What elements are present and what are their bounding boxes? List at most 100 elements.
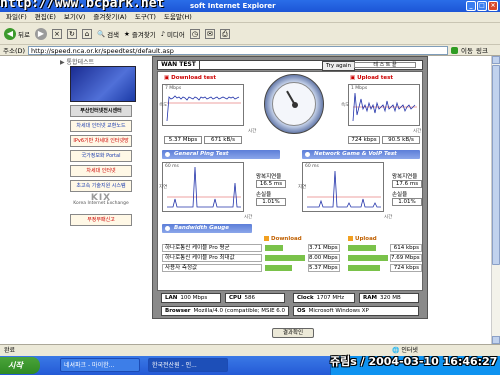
toolbar: ◀ 뒤로 ▶ × ↻ ⌂ 🔍 검색 ★ 즐겨찾기 ♪ 미디어 ◷ ✉ ⎙ xyxy=(0,23,500,45)
voip-axis-y: 지연 xyxy=(298,185,307,190)
minimize-button[interactable]: _ xyxy=(466,1,476,11)
vertical-scrollbar[interactable] xyxy=(491,56,500,344)
task-nca[interactable]: 한국전산원 - 인... xyxy=(148,358,228,372)
sys-cpu: CPU 586 xyxy=(225,293,285,303)
media-button[interactable]: ♪ 미디어 xyxy=(161,29,185,39)
download-speed: 5.37 Mbps xyxy=(164,136,202,144)
address-input[interactable]: http://speed.nca.or.kr/speedtest/default… xyxy=(28,45,449,55)
bw-down-value-user: 5.37 Mbps xyxy=(308,264,340,272)
maximize-button[interactable]: □ xyxy=(477,1,487,11)
upload-title: ▣ Upload test xyxy=(350,75,394,81)
go-icon[interactable] xyxy=(451,46,459,54)
upload-speed: 724 kbps xyxy=(348,136,380,144)
try-again-button[interactable]: Try again xyxy=(322,61,356,71)
bandwidth-row-avg: 하나로통신 케이블 Pro 평균 3.71 Mbps 614 kbps xyxy=(162,244,424,253)
bw-up-value-max: 7.69 Mbps xyxy=(390,254,422,262)
stop-icon[interactable]: × xyxy=(51,28,62,39)
kix-logo[interactable]: KIX Korea Internet Exchange xyxy=(70,194,132,211)
menu-edit[interactable]: 편집(E) xyxy=(35,12,56,22)
voip-section-header: Network Game & VoIP Test xyxy=(302,150,420,159)
test-status: 테 스 트 끝 xyxy=(354,62,416,68)
start-button[interactable]: 시작 xyxy=(0,357,40,374)
menu-favorites[interactable]: 즐겨찾기(A) xyxy=(93,12,126,22)
bw-up-value-user: 724 kbps xyxy=(390,264,422,272)
menu-file[interactable]: 파일(F) xyxy=(6,12,27,22)
watermark-url: http://www.bcpark.net xyxy=(0,0,165,11)
upload-line xyxy=(352,92,417,122)
task-bcpark[interactable]: 네셔파크 - 마이한... xyxy=(60,358,140,372)
window-title: soft Internet Explorer xyxy=(190,2,276,10)
download-legend: Download xyxy=(264,236,302,242)
bw-down-value-avg: 3.71 Mbps xyxy=(308,244,340,252)
download-rate: 671 kB/s xyxy=(204,136,242,144)
bandwidth-table: 하나로통신 케이블 Pro 평균 3.71 Mbps 614 kbps 하나로통… xyxy=(162,244,424,274)
bandwidth-row-user: 사용자 측정값 5.37 Mbps 724 kbps xyxy=(162,264,424,273)
print-icon[interactable]: ⎙ xyxy=(219,28,230,39)
history-icon[interactable]: ◷ xyxy=(189,28,200,39)
sys-ram: RAM 320 MB xyxy=(359,293,419,303)
ping-rtt: 16.5 ms xyxy=(256,180,286,188)
nav-item-exchange-node[interactable]: 차세대 인터넷 교환노드 xyxy=(70,120,132,132)
bw-down-bar-avg xyxy=(265,245,283,251)
nav-item-ipv6[interactable]: IPv6기반 차세대 인터넷망 xyxy=(70,135,132,147)
menu-view[interactable]: 보기(V) xyxy=(64,12,85,22)
favorites-button[interactable]: ★ 즐겨찾기 xyxy=(124,29,156,39)
speedtest-panel: WAN TEST Try again 테 스 트 끝 ▣ Download te… xyxy=(152,56,428,319)
voip-graph: 60 ms xyxy=(302,162,384,212)
forward-button[interactable]: ▶ xyxy=(34,27,47,40)
nav-item-busan[interactable]: 부산인터넷전시센터 xyxy=(70,105,132,117)
bw-up-bar-max xyxy=(348,255,388,261)
upload-rate: 90.5 kB/s xyxy=(382,136,420,144)
nav-item-portal[interactable]: 국가정보화 Portal xyxy=(70,150,132,162)
menu-tools[interactable]: 도구(T) xyxy=(135,12,156,22)
scroll-up-icon[interactable] xyxy=(492,56,500,64)
breadcrumb: ▶ 통합테스트 xyxy=(60,59,95,66)
upload-axis-x: 시간 xyxy=(413,129,422,134)
go-button[interactable]: 이동 xyxy=(461,45,473,55)
left-banner xyxy=(70,66,136,102)
download-axis-x: 시간 xyxy=(248,129,257,134)
scroll-down-icon[interactable] xyxy=(492,336,500,344)
home-icon[interactable]: ⌂ xyxy=(81,28,92,39)
voip-line xyxy=(307,170,381,208)
download-graph: 7 Mbps xyxy=(162,84,244,126)
sys-browser: Browser Mozilla/4.0 (compatible; MSIE 6.0 xyxy=(161,306,289,316)
bw-down-bar-max xyxy=(265,255,305,261)
nav-item-next-internet[interactable]: 차세대 인터넷 xyxy=(70,165,132,177)
sys-os: OS Microsoft Windows XP xyxy=(293,306,419,316)
links-button[interactable]: 링크 xyxy=(476,45,488,55)
tab-wan-test[interactable]: WAN TEST xyxy=(158,61,200,69)
sys-clock: Clock 1707 MHz xyxy=(293,293,355,303)
test-tab-bar: WAN TEST Try again 테 스 트 끝 xyxy=(157,60,423,71)
timestamp-overlay: 쥬림s / 2004-03-10 16:46:27 xyxy=(330,355,498,368)
mail-icon[interactable]: ✉ xyxy=(204,28,215,39)
report-button[interactable]: 부정부패신고 xyxy=(70,214,132,226)
bw-up-value-avg: 614 kbps xyxy=(390,244,422,252)
page-content: ▶ 통합테스트 부산인터넷전시센터 차세대 인터넷 교환노드 IPv6기반 차세… xyxy=(0,56,500,342)
bandwidth-row-max: 하나로통신 케이블 Pro 최대값 8.00 Mbps 7.69 Mbps xyxy=(162,254,424,263)
address-bar: 주소(D) http://speed.nca.or.kr/speedtest/d… xyxy=(0,45,500,56)
bw-down-bar-user xyxy=(265,265,292,271)
ping-axis-y: 지연 xyxy=(159,185,168,190)
bw-down-value-max: 8.00 Mbps xyxy=(308,254,340,262)
refresh-icon[interactable]: ↻ xyxy=(66,28,77,39)
system-info: LAN 100 Mbps CPU 586 Clock 1707 MHz RAM 320 … xyxy=(157,293,423,317)
scroll-thumb[interactable] xyxy=(492,65,500,265)
bw-up-bar-user xyxy=(348,265,380,271)
menu-help[interactable]: 도움말(H) xyxy=(164,12,192,22)
results-area: ▣ Download test 7 Mbps 속도 시간 5.37 Mbps 6… xyxy=(157,71,423,291)
ping-line xyxy=(167,166,241,208)
search-icon: 🔍 xyxy=(96,29,106,38)
bw-up-bar-avg xyxy=(348,245,376,251)
close-button[interactable]: × xyxy=(488,1,498,11)
ping-graph: 60 ms xyxy=(162,162,244,212)
nav-item-tech-support[interactable]: 초고속 기술지원 시스템 xyxy=(70,180,132,192)
download-title: ▣ Download test xyxy=(164,75,216,81)
confirm-results-button[interactable]: 결과확인 xyxy=(272,328,314,338)
menu-bar: 파일(F) 편집(E) 보기(V) 즐겨찾기(A) 도구(T) 도움말(H) xyxy=(0,12,500,23)
voip-rtt-label: 왕복지연율 xyxy=(392,174,418,180)
search-button[interactable]: 🔍 검색 xyxy=(97,29,119,39)
left-nav: 부산인터넷전시센터 차세대 인터넷 교환노드 IPv6기반 차세대 인터넷망 국… xyxy=(70,66,136,226)
status-text: 완료 xyxy=(4,347,16,354)
back-button[interactable]: ◀ 뒤로 xyxy=(4,27,30,40)
